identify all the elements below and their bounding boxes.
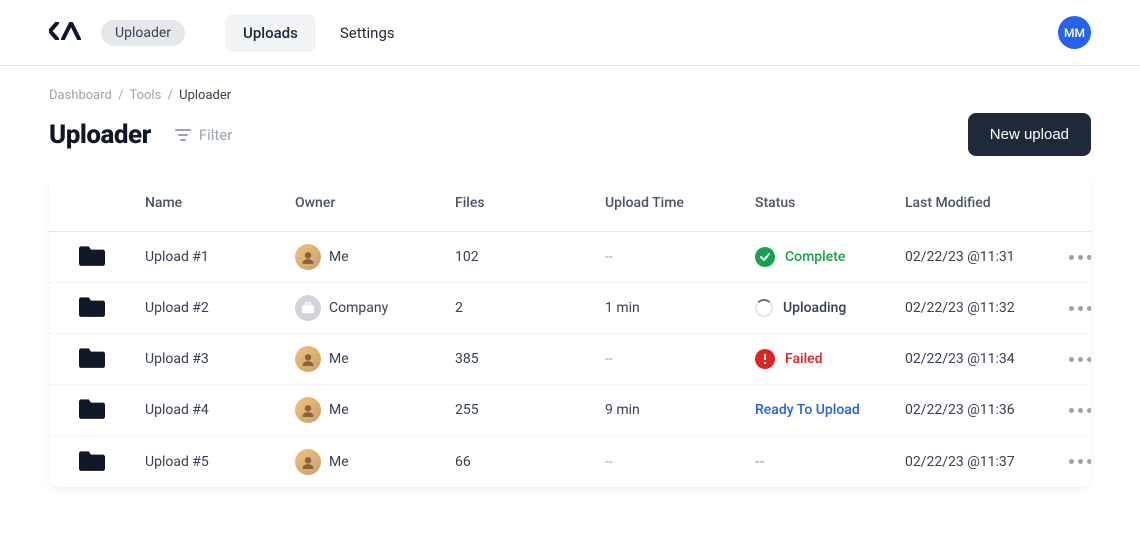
upload-name: Upload #2 bbox=[145, 300, 295, 316]
more-menu-icon[interactable] bbox=[1055, 357, 1091, 362]
owner-label: Me bbox=[329, 351, 349, 367]
spinner-icon bbox=[755, 299, 773, 317]
col-upload-time: Upload Time bbox=[605, 195, 755, 211]
folder-icon bbox=[79, 407, 105, 423]
files-count: 102 bbox=[455, 249, 605, 265]
error-circle-icon bbox=[755, 349, 775, 369]
person-avatar-icon bbox=[295, 397, 321, 423]
status-cell: Ready To Upload bbox=[755, 402, 905, 418]
owner-cell: Me bbox=[295, 397, 455, 423]
main-nav: Uploads Settings bbox=[225, 14, 413, 52]
upload-name: Upload #3 bbox=[145, 351, 295, 367]
breadcrumb-separator: / bbox=[165, 88, 176, 103]
files-count: 2 bbox=[455, 300, 605, 316]
upload-time: 9 min bbox=[605, 402, 755, 418]
more-menu-icon[interactable] bbox=[1055, 306, 1091, 311]
table-row[interactable]: Upload #3 Me 385-- Failed 02/22/23 @11:34 bbox=[49, 334, 1091, 385]
table-header: Name Owner Files Upload Time Status Last… bbox=[49, 174, 1091, 232]
filter-button[interactable]: Filter bbox=[175, 126, 233, 144]
more-menu-icon[interactable] bbox=[1055, 408, 1091, 413]
filter-label: Filter bbox=[199, 126, 233, 144]
page-title: Uploader bbox=[49, 120, 151, 150]
breadcrumb: Dashboard / Tools / Uploader bbox=[0, 66, 1140, 103]
files-count: 66 bbox=[455, 454, 605, 470]
user-avatar[interactable]: MM bbox=[1058, 16, 1091, 49]
owner-label: Me bbox=[329, 402, 349, 418]
files-count: 255 bbox=[455, 402, 605, 418]
last-modified: 02/22/23 @11:32 bbox=[905, 300, 1055, 316]
status-label[interactable]: Ready To Upload bbox=[755, 402, 860, 418]
table-row[interactable]: Upload #1 Me 102-- Complete 02/22/23 @11:31 bbox=[49, 232, 1091, 283]
owner-label: Company bbox=[329, 300, 388, 316]
upload-name: Upload #4 bbox=[145, 402, 295, 418]
person-avatar-icon bbox=[295, 449, 321, 475]
person-avatar-icon bbox=[295, 244, 321, 270]
owner-label: Me bbox=[329, 454, 349, 470]
nav-uploads[interactable]: Uploads bbox=[225, 14, 316, 52]
col-files: Files bbox=[455, 195, 605, 211]
filter-icon bbox=[175, 128, 191, 142]
upload-time: -- bbox=[605, 351, 755, 367]
nav-settings[interactable]: Settings bbox=[322, 14, 413, 52]
last-modified: 02/22/23 @11:36 bbox=[905, 402, 1055, 418]
upload-time: -- bbox=[605, 454, 755, 470]
breadcrumb-item[interactable]: Dashboard bbox=[49, 88, 112, 103]
more-menu-icon[interactable] bbox=[1055, 255, 1091, 260]
table-row[interactable]: Upload #2 Company 21 min Uploading 02/22/23 … bbox=[49, 283, 1091, 334]
status-cell: -- bbox=[755, 454, 905, 470]
upload-name: Upload #1 bbox=[145, 249, 295, 265]
breadcrumb-current: Uploader bbox=[179, 88, 231, 103]
status-label: Complete bbox=[785, 249, 845, 265]
uploads-table: Name Owner Files Upload Time Status Last… bbox=[49, 174, 1091, 487]
owner-cell: Me bbox=[295, 346, 455, 372]
breadcrumb-separator: / bbox=[115, 88, 126, 103]
files-count: 385 bbox=[455, 351, 605, 367]
owner-cell: Me bbox=[295, 244, 455, 270]
new-upload-button[interactable]: New upload bbox=[968, 113, 1091, 156]
app-name-pill: Uploader bbox=[101, 20, 185, 46]
last-modified: 02/22/23 @11:34 bbox=[905, 351, 1055, 367]
upload-name: Upload #5 bbox=[145, 454, 295, 470]
table-row[interactable]: Upload #5Me66----02/22/23 @11:37 bbox=[49, 436, 1091, 487]
status-cell: Uploading bbox=[755, 299, 905, 317]
status-cell: Complete bbox=[755, 247, 905, 267]
status-label: Uploading bbox=[783, 300, 846, 316]
owner-label: Me bbox=[329, 249, 349, 265]
status-label: Failed bbox=[785, 351, 823, 367]
table-row[interactable]: Upload #4 Me 2559 minReady To Upload 02/22/… bbox=[49, 385, 1091, 436]
col-owner: Owner bbox=[295, 195, 455, 211]
upload-time: 1 min bbox=[605, 300, 755, 316]
more-menu-icon[interactable] bbox=[1055, 459, 1091, 464]
status-cell: Failed bbox=[755, 349, 905, 369]
owner-cell: Me bbox=[295, 449, 455, 475]
owner-cell: Company bbox=[295, 295, 455, 321]
title-row: Uploader Filter New upload bbox=[0, 103, 1140, 174]
app-header: Uploader Uploads Settings MM bbox=[0, 0, 1140, 66]
status-label: -- bbox=[755, 454, 765, 470]
last-modified: 02/22/23 @11:31 bbox=[905, 249, 1055, 265]
folder-icon bbox=[79, 356, 105, 372]
check-circle-icon bbox=[755, 247, 775, 267]
folder-icon bbox=[79, 459, 105, 475]
col-name: Name bbox=[145, 195, 295, 211]
folder-icon bbox=[79, 305, 105, 321]
col-status: Status bbox=[755, 195, 905, 211]
person-avatar-icon bbox=[295, 346, 321, 372]
folder-icon bbox=[79, 254, 105, 270]
app-logo bbox=[49, 21, 89, 45]
upload-time: -- bbox=[605, 249, 755, 265]
briefcase-icon bbox=[295, 295, 321, 321]
col-last-modified: Last Modified bbox=[905, 195, 1055, 211]
breadcrumb-item[interactable]: Tools bbox=[129, 88, 161, 103]
last-modified: 02/22/23 @11:37 bbox=[905, 454, 1055, 470]
